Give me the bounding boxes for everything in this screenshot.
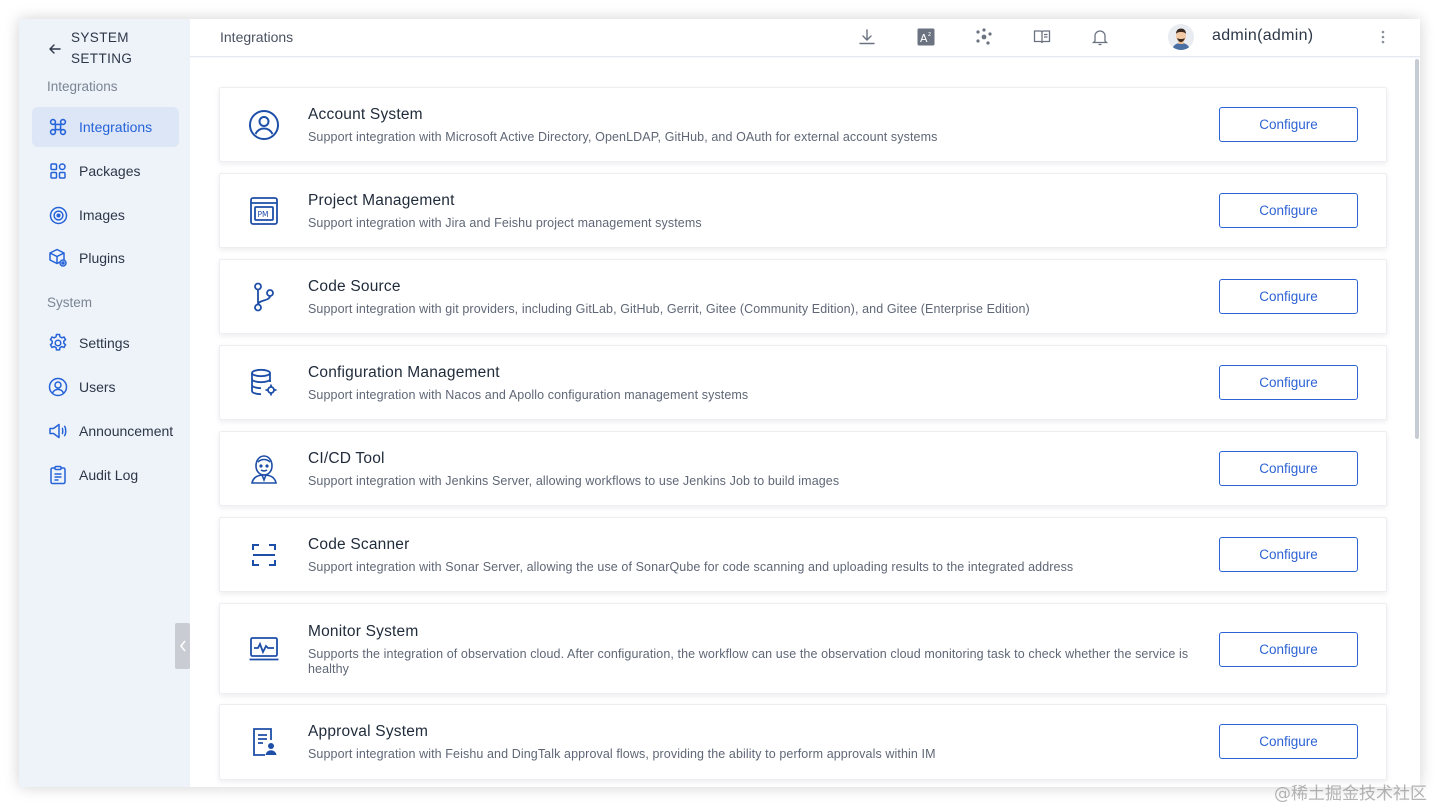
integration-title: Approval System <box>308 723 429 740</box>
sidebar-item-announcement[interactable]: Announcement <box>32 411 179 451</box>
integration-description: Support integration with Jenkins Server,… <box>308 474 840 488</box>
main-scrollbar[interactable] <box>1414 58 1420 787</box>
account-system-icon <box>247 108 281 142</box>
configure-button[interactable]: Configure <box>1219 279 1358 314</box>
sidebar-item-label: Audit Log <box>79 467 139 483</box>
apps-icon[interactable] <box>974 27 994 47</box>
sidebar-item-users[interactable]: Users <box>32 367 179 407</box>
sidebar-item-settings[interactable]: Settings <box>32 323 179 363</box>
svg-text:z: z <box>928 31 931 38</box>
integration-title: Configuration Management <box>308 364 500 381</box>
configure-button[interactable]: Configure <box>1219 365 1358 400</box>
code-scanner-icon <box>247 538 281 572</box>
settings-icon <box>48 333 68 353</box>
configuration-management-icon <box>247 366 281 400</box>
svg-text:PM: PM <box>258 210 269 219</box>
integration-card-project-management: PM Project Management Support integratio… <box>219 173 1387 248</box>
sidebar-collapse-handle[interactable] <box>175 623 190 669</box>
integration-description: Supports the integration of observation … <box>308 647 1189 676</box>
integrations-icon <box>48 117 68 137</box>
integration-title: Code Scanner <box>308 536 410 553</box>
sidebar-item-label: Images <box>79 207 125 223</box>
breadcrumb: Integrations <box>220 29 294 45</box>
integration-title: Account System <box>308 106 423 123</box>
group-label-system: System <box>47 295 93 310</box>
configure-button[interactable]: Configure <box>1219 451 1358 486</box>
monitor-system-icon <box>247 632 281 666</box>
integration-card-account-system: Account System Support integration with … <box>219 87 1387 162</box>
integration-card-approval-system: Approval System Support integration with… <box>219 704 1387 780</box>
images-icon <box>48 205 68 225</box>
sidebar-item-images[interactable]: Images <box>32 195 179 235</box>
system-setting-title: SYSTEM SETTING <box>71 30 133 66</box>
approval-system-icon <box>247 725 281 759</box>
integration-card-monitor-system: Monitor System Supports the integration … <box>219 603 1387 694</box>
docs-icon[interactable] <box>1032 27 1052 47</box>
svg-text:A: A <box>920 32 928 45</box>
integration-card-cicd-tool: CI/CD Tool Support integration with Jenk… <box>219 431 1387 506</box>
integration-title: Project Management <box>308 192 455 209</box>
sidebar-item-label: Users <box>79 379 116 395</box>
users-icon <box>48 377 68 397</box>
code-source-icon <box>247 280 281 314</box>
integration-card-code-scanner: Code Scanner Support integration with So… <box>219 517 1387 592</box>
integration-title: Code Source <box>308 278 401 295</box>
scrollbar-thumb[interactable] <box>1415 59 1419 439</box>
app-window: SYSTEM SETTING Integrations Integrations… <box>19 19 1420 787</box>
integration-description: Support integration with git providers, … <box>308 302 1030 316</box>
watermark: @稀土掘金技术社区 <box>1274 784 1427 804</box>
more-menu-icon[interactable] <box>1378 28 1388 46</box>
configure-button[interactable]: Configure <box>1219 193 1358 228</box>
sidebar-item-label: Announcement <box>79 423 174 439</box>
integration-description: Support integration with Jira and Feishu… <box>308 216 702 230</box>
sidebar-item-label: Integrations <box>79 119 153 135</box>
audit-log-icon <box>48 465 68 485</box>
sidebar-item-integrations[interactable]: Integrations <box>32 107 179 147</box>
project-management-icon: PM <box>247 194 281 228</box>
configure-button[interactable]: Configure <box>1219 632 1358 667</box>
integration-card-code-source: Code Source Support integration with git… <box>219 259 1387 334</box>
sidebar-item-packages[interactable]: Packages <box>32 151 179 191</box>
sidebar-item-label: Packages <box>79 163 141 179</box>
top-bar: Integrations Az admin(admin) <box>190 19 1420 57</box>
integration-title: CI/CD Tool <box>308 450 385 467</box>
sidebar-item-plugins[interactable]: Plugins <box>32 238 179 278</box>
integration-card-configuration-management: Configuration Management Support integra… <box>219 345 1387 420</box>
group-label-integrations: Integrations <box>47 79 118 94</box>
sidebar-item-label: Plugins <box>79 250 125 266</box>
configure-button[interactable]: Configure <box>1219 107 1358 142</box>
plugins-icon <box>48 248 68 268</box>
announcement-icon <box>48 421 68 441</box>
packages-icon <box>48 161 68 181</box>
translate-icon[interactable]: Az <box>916 27 936 47</box>
jenkins-icon <box>247 452 281 486</box>
integrations-list: Account System Support integration with … <box>190 58 1420 787</box>
integration-description: Support integration with Microsoft Activ… <box>308 130 938 144</box>
sidebar-item-label: Settings <box>79 335 130 351</box>
arrow-left-icon <box>49 44 61 54</box>
back-button[interactable]: SYSTEM SETTING <box>47 27 141 69</box>
integration-description: Support integration with Sonar Server, a… <box>308 560 1074 574</box>
configure-button[interactable]: Configure <box>1219 537 1358 572</box>
sidebar: SYSTEM SETTING Integrations Integrations… <box>19 19 190 787</box>
integration-title: Monitor System <box>308 623 419 640</box>
integration-description: Support integration with Feishu and Ding… <box>308 747 936 761</box>
download-icon[interactable] <box>857 27 877 47</box>
username[interactable]: admin(admin) <box>1212 27 1313 45</box>
sidebar-item-audit-log[interactable]: Audit Log <box>32 455 179 495</box>
integration-description: Support integration with Nacos and Apoll… <box>308 388 749 402</box>
chevron-left-icon <box>179 640 186 652</box>
bell-icon[interactable] <box>1090 27 1110 47</box>
avatar[interactable] <box>1168 24 1194 50</box>
configure-button[interactable]: Configure <box>1219 724 1358 759</box>
